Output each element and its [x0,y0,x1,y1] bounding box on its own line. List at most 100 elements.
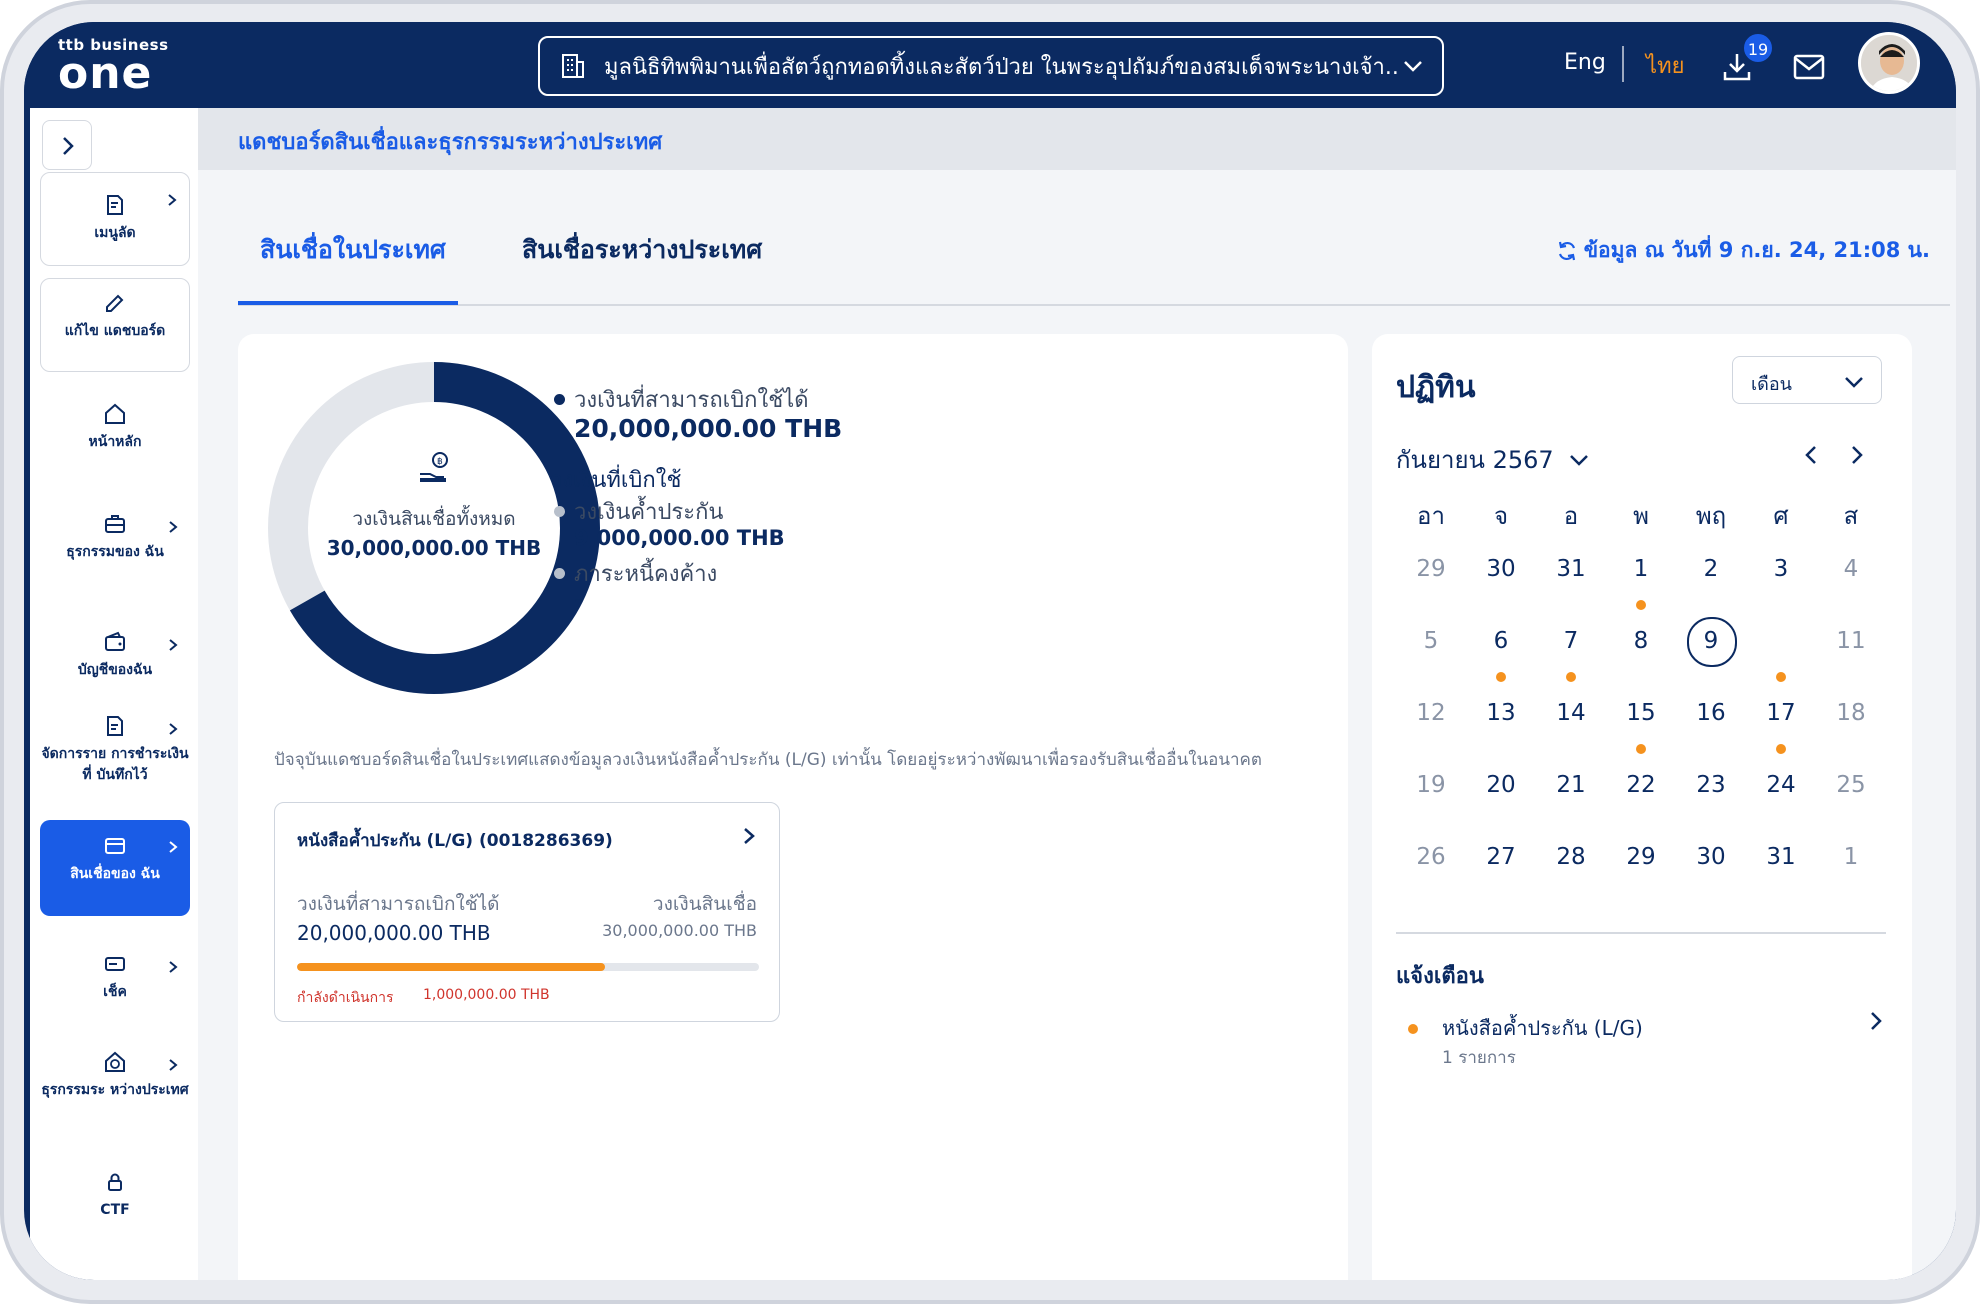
alert-item-count: 1 รายการ [1442,1048,1516,1068]
calendar-day[interactable]: 21 [1536,760,1606,810]
calendar-day[interactable]: 30 [1466,544,1536,594]
tab-divider [238,304,1950,306]
brand-logo[interactable]: ttb business one [58,36,169,96]
calendar-day[interactable]: 3 [1746,544,1816,594]
sidebar-item-label: หน้าหลัก [88,434,142,450]
calendar-day[interactable]: 15 [1606,688,1676,738]
sidebar-item-my-loans[interactable]: สินเชื่อของ ฉัน [40,820,190,916]
sidebar-item-cheque[interactable]: เช็ค [40,940,190,1010]
breadcrumb: แดชบอร์ดสินเชื่อและธุรกรรมระหว่างประเทศ [198,108,1956,170]
calendar-weekday-label: จ [1493,502,1509,530]
company-selector[interactable]: มูลนิธิทิพพิมานเพื่อสัตว์ถูกทอดทิ้งและสั… [538,36,1444,96]
quick-menu-icon [107,195,123,215]
mail-icon[interactable] [1792,52,1826,82]
calendar-day[interactable]: 16 [1676,688,1746,738]
alert-item-name[interactable]: หนังสือค้ำประกัน (L/G) [1442,1012,1643,1044]
calendar-day[interactable]: 4 [1816,544,1886,594]
calendar-day[interactable]: 28 [1536,832,1606,882]
calendar-day[interactable]: 30 [1676,832,1746,882]
calendar-prev-month-icon[interactable] [1802,444,1820,466]
sidebar-item-label: ธุรกรรมของ ฉัน [66,544,164,560]
lg-processing-value: 1,000,000.00 THB [423,987,550,1003]
calendar-day[interactable]: 11 [1816,616,1886,666]
sidebar-item-label: สินเชื่อของ ฉัน [70,866,160,882]
alerts-title: แจ้งเตือน [1396,964,1484,989]
outstanding-label: ภาระหนี้คงค้าง [574,562,718,587]
guarantee-value: 9,000,000.00 THB [574,526,785,550]
calendar-day[interactable]: 27 [1466,832,1536,882]
chevron-down-icon [1569,454,1588,466]
calendar-day[interactable]: 12 [1396,688,1466,738]
sidebar-item-saved-payments[interactable]: จัดการราย การชำระเงินที่ บันทึกไว้ [40,702,190,806]
calendar-weekday-label: ส [1843,502,1859,530]
calendar-day[interactable]: 31 [1746,832,1816,882]
calendar-day[interactable]: 19 [1396,760,1466,810]
calendar-day[interactable]: 20 [1466,760,1536,810]
sidebar-item-label: บัญชีของฉัน [77,662,153,678]
sidebar-item-my-transactions[interactable]: ธุรกรรมของ ฉัน [40,500,190,584]
sidebar-item-edit-dashboard[interactable]: แก้ไข แดชบอร์ด [40,278,190,372]
lg-card[interactable]: หนังสือค้ำประกัน (L/G) (0018286369) วงเง… [274,802,780,1022]
sidebar-item-home[interactable]: หน้าหลัก [40,390,190,470]
calendar-day[interactable]: 14 [1536,688,1606,738]
calendar-day[interactable]: 1 [1816,832,1886,882]
calendar-day[interactable]: 23 [1676,760,1746,810]
calendar-divider [1396,932,1886,934]
lang-thai-button[interactable]: ไทย [1646,48,1684,83]
calendar-day[interactable]: 24 [1746,760,1816,810]
calendar-day[interactable]: 29 [1396,544,1466,594]
calendar-day[interactable]: 29 [1606,832,1676,882]
calendar-card: ปฏิทิน เดือน กันยายน 2567 อาจอพพฤศส 29 30 3… [1372,334,1912,1280]
calendar-month-picker[interactable]: กันยายน 2567 [1396,440,1590,479]
lock-icon [108,1173,122,1191]
calendar-day-today[interactable]: 10 [1746,616,1816,666]
loan-hand-coin-icon: ฿ [420,452,448,482]
svg-text:฿: ฿ [437,457,443,467]
data-updated-text: ข้อมูล ณ วันที่ 9 ก.ย. 24, 21:08 น. [1583,238,1930,262]
lang-eng-button[interactable]: Eng [1564,50,1606,75]
calendar-weekday-label: พฤ [1695,502,1727,530]
sidebar-item-label: จัดการราย การชำระเงินที่ บันทึกไว้ [41,746,189,783]
calendar-day[interactable]: 6 [1466,616,1536,666]
tab-international-loans[interactable]: สินเชื่อระหว่างประเทศ [522,230,762,270]
sidebar-item-my-accounts[interactable]: บัญชีของฉัน [40,618,190,682]
calendar-day[interactable]: 17 [1746,688,1816,738]
calendar-day[interactable]: 7 [1536,616,1606,666]
calendar-next-month-icon[interactable] [1848,444,1866,466]
calendar-day[interactable]: 25 [1816,760,1886,810]
calendar-day[interactable]: 5 [1396,616,1466,666]
calendar-event-dot [1636,600,1646,610]
chevron-right-icon[interactable] [1868,1010,1884,1032]
sidebar-item-label: แก้ไข แดชบอร์ด [64,323,166,339]
company-name: มูลนิธิทิพพิมานเพื่อสัตว์ถูกทอดทิ้งและสั… [604,54,1400,80]
calendar-day[interactable]: 22 [1606,760,1676,810]
breadcrumb-title: แดชบอร์ดสินเชื่อและธุรกรรมระหว่างประเทศ [238,130,663,155]
outstanding-legend-dot [554,568,565,579]
refresh-icon [1558,241,1575,260]
sidebar-item-ctf[interactable]: CTF [40,1158,190,1224]
chevron-right-icon [169,961,178,973]
calendar-weekday-label: อา [1417,502,1445,530]
calendar-view-select[interactable]: เดือน [1732,356,1882,404]
calendar-day[interactable]: 1 [1606,544,1676,594]
sidebar-item-international[interactable]: ธุรกรรมระ หว่างประเทศ [40,1038,190,1128]
calendar-day[interactable]: 13 [1466,688,1536,738]
user-avatar[interactable] [1858,32,1920,94]
drawn-heading: วงเงินที่เบิกใช้ [550,468,682,493]
sidebar: เมนูลัด แก้ไข แดชบอร์ด หน้าหลัก ธุรกรรมข… [30,108,198,1280]
calendar-day[interactable]: 31 [1536,544,1606,594]
tab-domestic-loans[interactable]: สินเชื่อในประเทศ [260,230,446,270]
calendar-day[interactable]: 26 [1396,832,1466,882]
sidebar-toggle-button[interactable] [42,120,92,170]
data-updated-refresh[interactable]: ข้อมูล ณ วันที่ 9 ก.ย. 24, 21:08 น. [1556,234,1930,267]
calendar-day-selected[interactable]: 9 [1676,616,1746,667]
sidebar-item-quick-menu[interactable]: เมนูลัด [40,172,190,266]
calendar-day[interactable]: 2 [1676,544,1746,594]
home-icon [105,403,125,424]
main-content: แดชบอร์ดสินเชื่อและธุรกรรมระหว่างประเทศ … [198,108,1956,1280]
chevron-right-icon [169,521,178,533]
calendar-day[interactable]: 8 [1606,616,1676,666]
calendar-day[interactable]: 18 [1816,688,1886,738]
calendar-title: ปฏิทิน [1396,370,1476,405]
calendar-event-dot [1776,744,1786,754]
